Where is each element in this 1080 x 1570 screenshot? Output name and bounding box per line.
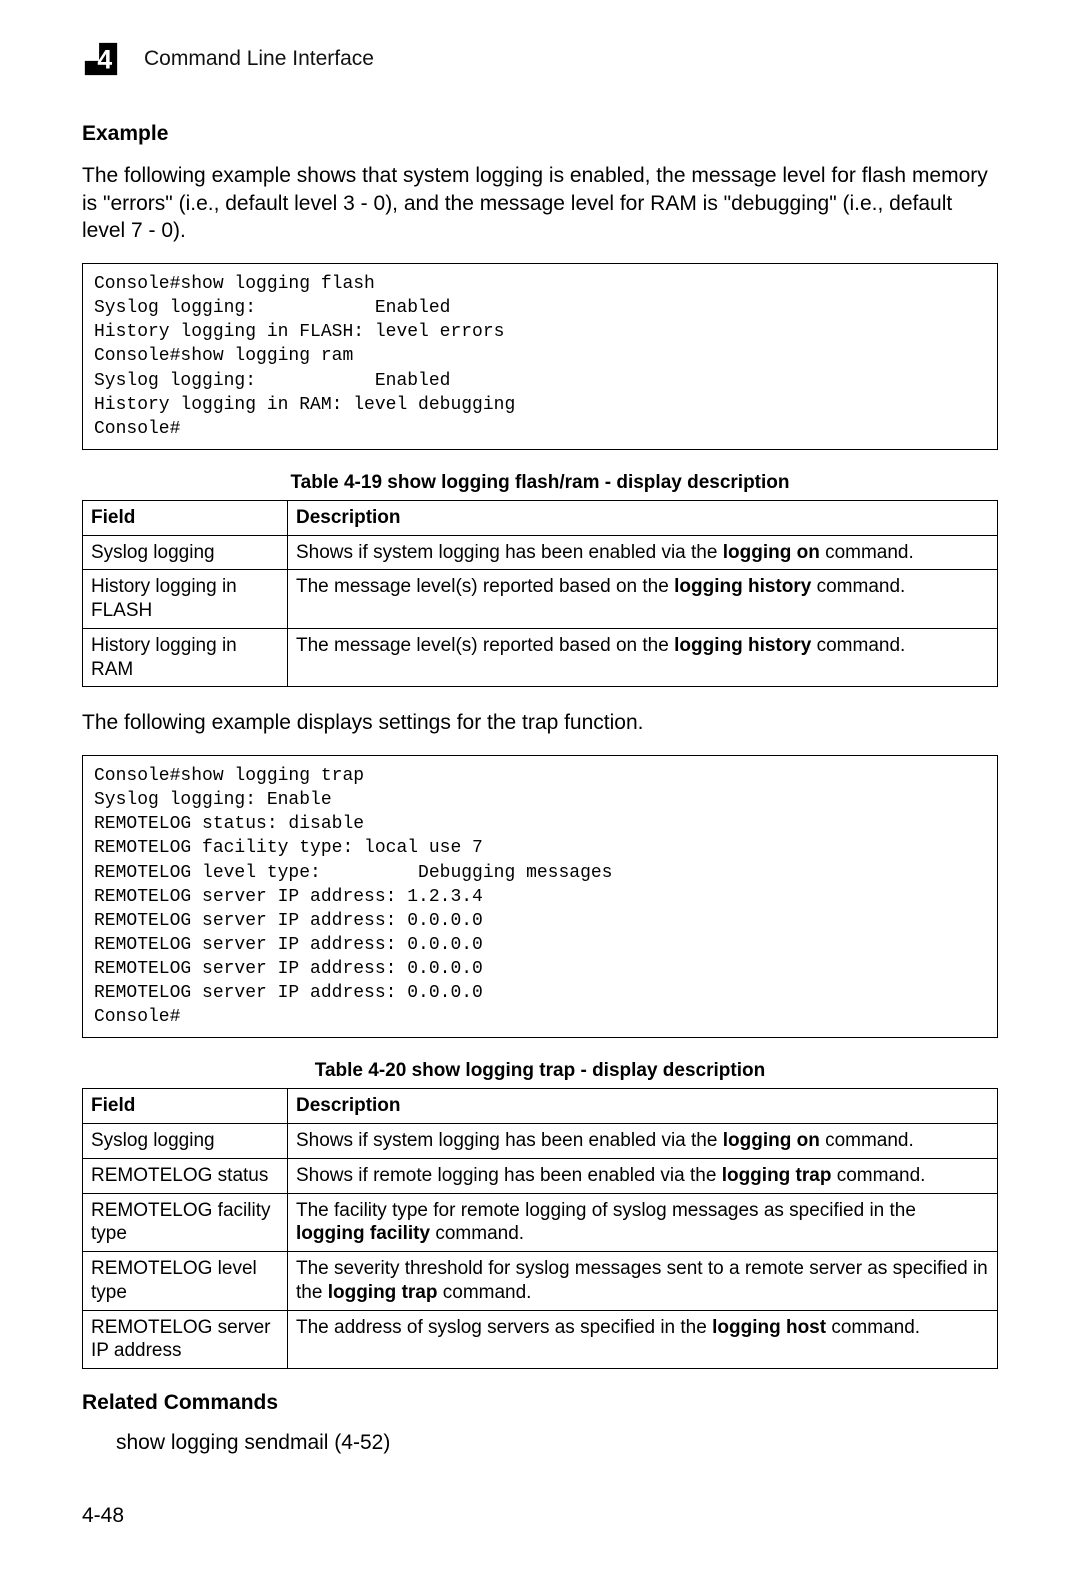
cell-desc: Shows if remote logging has been enabled… [288,1158,998,1193]
related-commands-heading: Related Commands [82,1391,998,1415]
cell-field: Syslog logging [83,1124,288,1159]
table-row: REMOTELOG server IP address The address … [83,1310,998,1369]
table-row: Syslog logging Shows if system logging h… [83,1124,998,1159]
table-row: Syslog logging Shows if system logging h… [83,535,998,570]
code-block-flash-ram: Console#show logging flash Syslog loggin… [82,263,998,450]
table-4-19-header-desc: Description [288,500,998,535]
cell-desc: The message level(s) reported based on t… [288,628,998,687]
cell-field: History logging in FLASH [83,570,288,629]
table-4-19-caption: Table 4-19 show logging flash/ram - disp… [82,472,998,494]
page-header: 4 Command Line Interface [82,40,998,78]
cell-desc: Shows if system logging has been enabled… [288,1124,998,1159]
table-4-19: Field Description Syslog logging Shows i… [82,500,998,688]
table-4-19-header-field: Field [83,500,288,535]
table-4-20-caption: Table 4-20 show logging trap - display d… [82,1060,998,1082]
page-title: Command Line Interface [144,47,374,71]
example-heading: Example [82,122,998,146]
related-command-item: show logging sendmail (4-52) [116,1431,998,1455]
chapter-number-icon: 4 [82,40,120,78]
cell-field: REMOTELOG level type [83,1252,288,1311]
table-row: REMOTELOG facility type The facility typ… [83,1193,998,1252]
table-row: REMOTELOG status Shows if remote logging… [83,1158,998,1193]
cell-desc: The message level(s) reported based on t… [288,570,998,629]
table-4-20: Field Description Syslog logging Shows i… [82,1088,998,1369]
table-row: History logging in FLASH The message lev… [83,570,998,629]
code-block-trap: Console#show logging trap Syslog logging… [82,755,998,1038]
cell-field: REMOTELOG status [83,1158,288,1193]
cell-desc: The severity threshold for syslog messag… [288,1252,998,1311]
table-row: History logging in RAM The message level… [83,628,998,687]
cell-field: REMOTELOG server IP address [83,1310,288,1369]
cell-desc: The address of syslog servers as specifi… [288,1310,998,1369]
cell-field: Syslog logging [83,535,288,570]
mid-paragraph: The following example displays settings … [82,709,998,737]
page-number: 4-48 [82,1504,124,1528]
table-row: REMOTELOG level type The severity thresh… [83,1252,998,1311]
table-4-20-header-desc: Description [288,1089,998,1124]
cell-desc: The facility type for remote logging of … [288,1193,998,1252]
intro-paragraph: The following example shows that system … [82,162,998,245]
table-4-20-header-field: Field [83,1089,288,1124]
cell-field: History logging in RAM [83,628,288,687]
chapter-number: 4 [97,45,112,75]
cell-field: REMOTELOG facility type [83,1193,288,1252]
cell-desc: Shows if system logging has been enabled… [288,535,998,570]
